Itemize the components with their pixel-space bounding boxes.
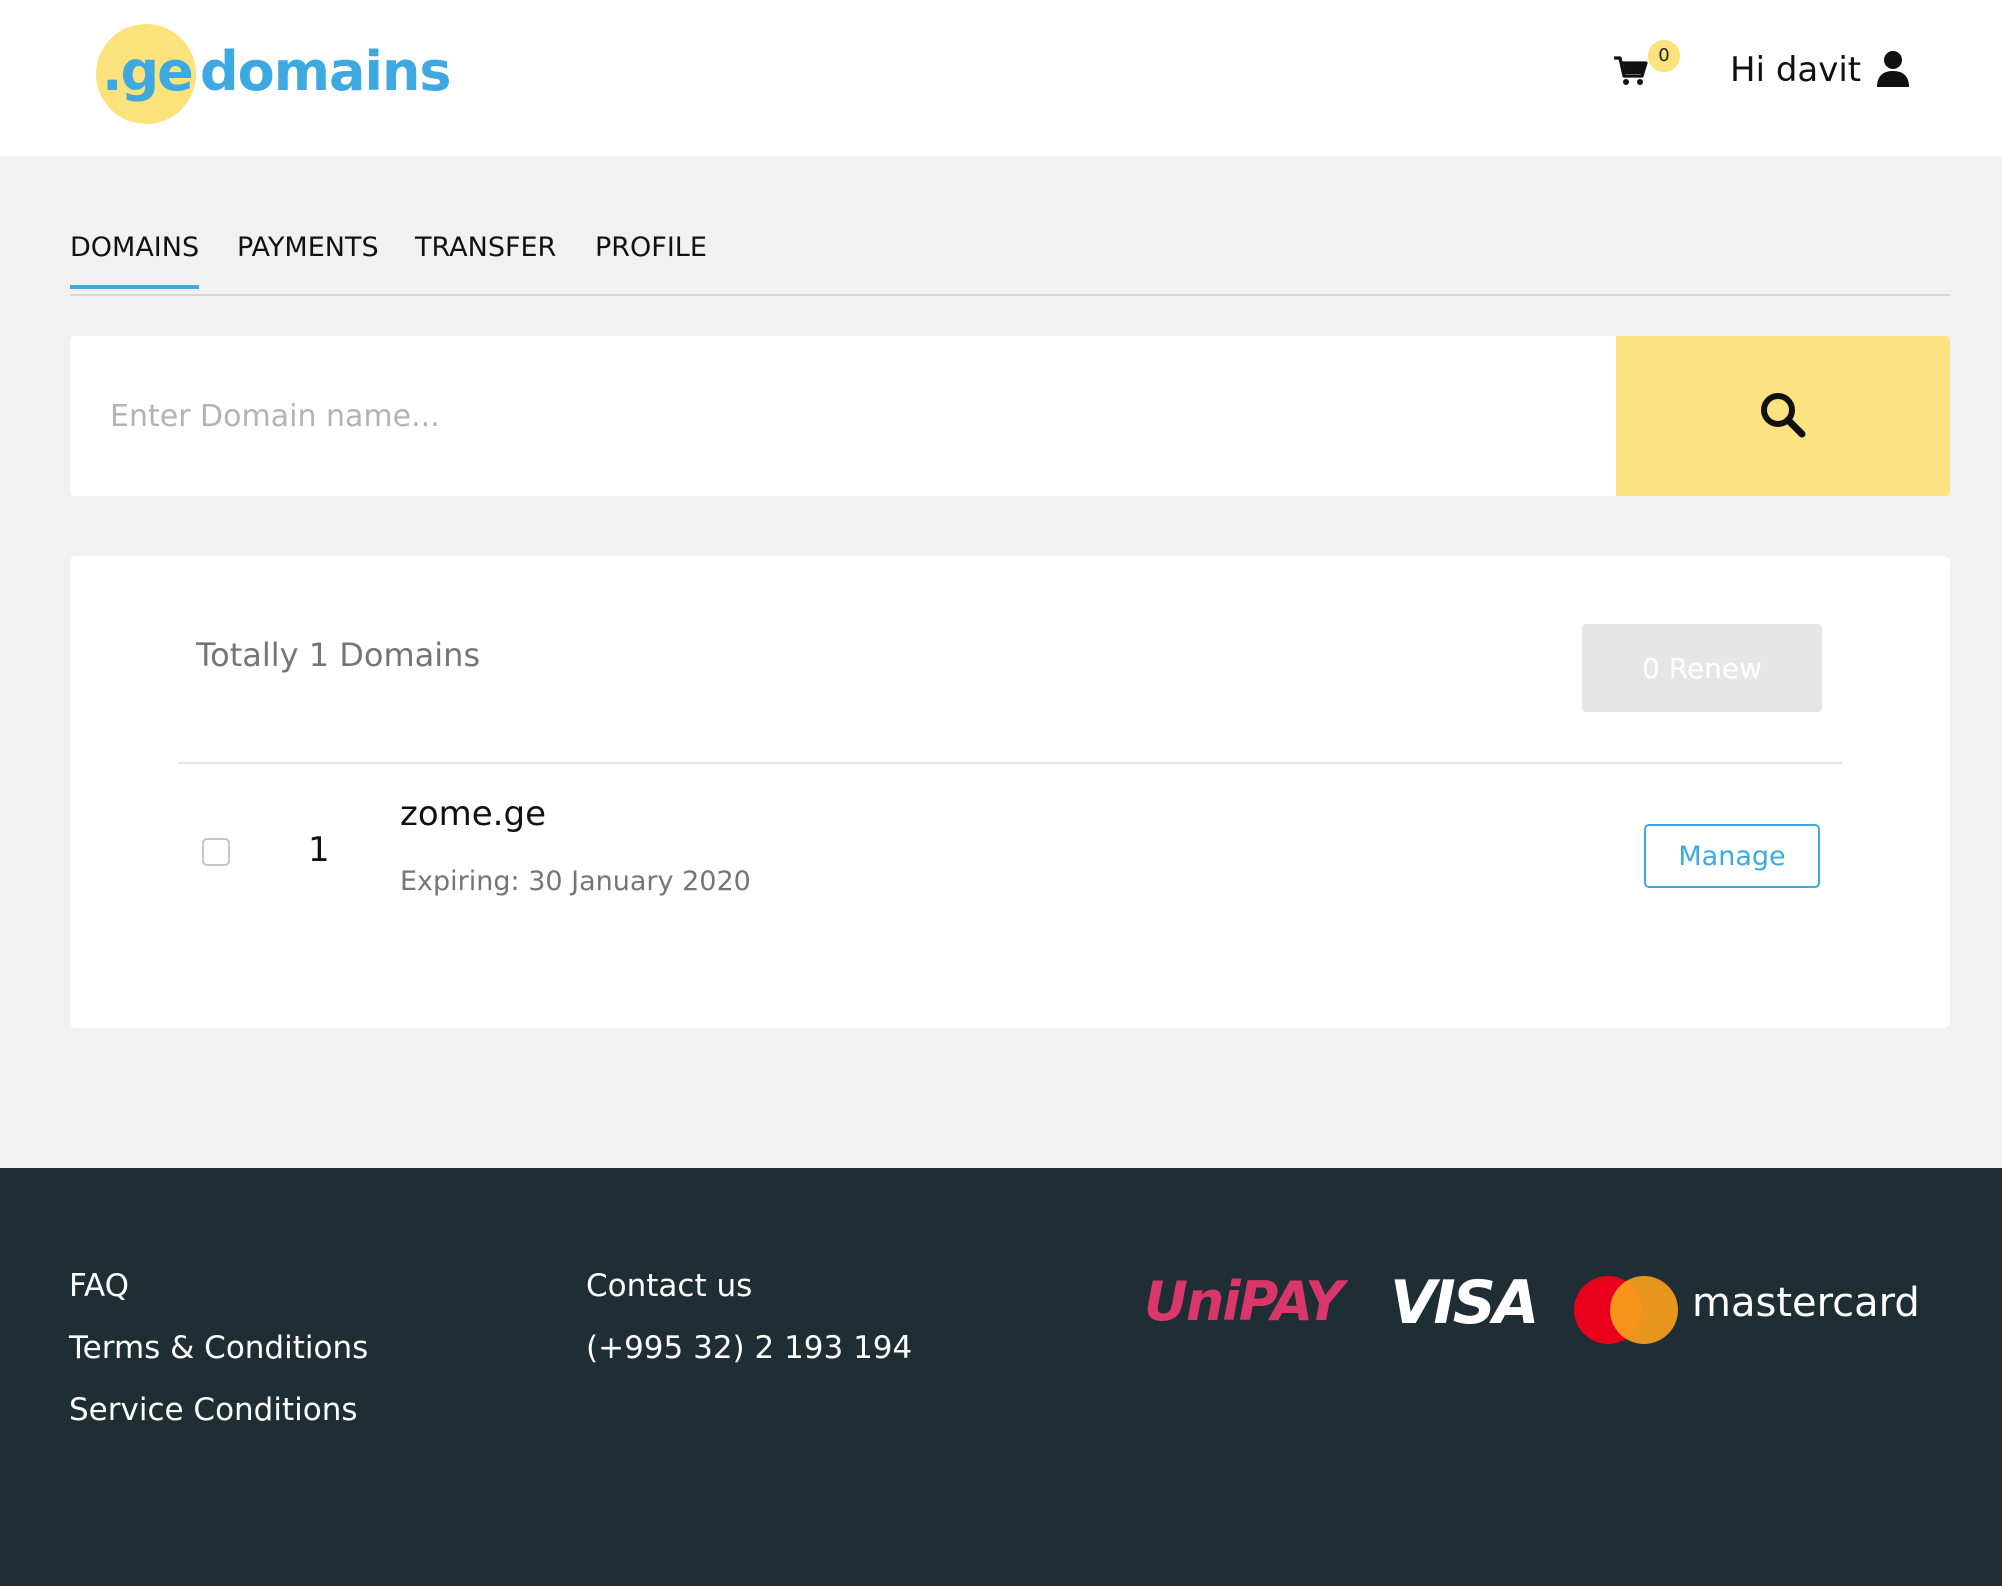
manage-button[interactable]: Manage [1644, 824, 1820, 888]
domain-row-index: 1 [308, 830, 330, 870]
site-footer: FAQ Terms & Conditions Service Condition… [0, 1168, 2002, 1586]
search-icon [1761, 393, 1806, 438]
logo-prefix: .ge [102, 40, 194, 103]
cart-button[interactable]: 0 [1612, 38, 1680, 98]
domain-search-input[interactable] [70, 336, 1616, 496]
tab-profile[interactable]: PROFILE [595, 232, 707, 287]
search-button[interactable] [1616, 336, 1950, 496]
footer-link-contact[interactable]: Contact us [586, 1268, 752, 1304]
cart-icon [1614, 56, 1648, 85]
domain-search-bar [70, 336, 1950, 496]
user-icon [1877, 51, 1909, 87]
unipay-logo: UniPAY [1144, 1270, 1344, 1333]
footer-link-terms[interactable]: Terms & Conditions [69, 1330, 368, 1366]
logo-name: domains [200, 40, 452, 103]
user-greeting: Hi davit [1730, 50, 1862, 90]
site-header: .ge domains 0 Hi davit [0, 0, 2002, 156]
renew-button[interactable]: 0 Renew [1582, 624, 1822, 712]
mastercard-orange-circle [1610, 1276, 1678, 1344]
footer-link-faq[interactable]: FAQ [69, 1268, 129, 1304]
mastercard-logo-icon [1574, 1276, 1678, 1344]
visa-logo: VISA [1390, 1268, 1539, 1338]
mastercard-logo-text: mastercard [1692, 1280, 1920, 1326]
divider [178, 762, 1842, 764]
domains-card: Totally 1 Domains 0 Renew 1 zome.ge Expi… [70, 556, 1950, 1028]
tab-transfer[interactable]: TRANSFER [415, 232, 556, 287]
domain-name: zome.ge [400, 794, 546, 834]
domains-total: Totally 1 Domains [196, 636, 481, 674]
footer-link-service-conditions[interactable]: Service Conditions [69, 1392, 358, 1428]
tab-payments[interactable]: PAYMENTS [237, 232, 379, 287]
domain-row-checkbox[interactable] [202, 838, 230, 866]
site-logo[interactable]: .ge domains [96, 24, 496, 128]
tab-domains[interactable]: DOMAINS [70, 232, 200, 289]
domain-expiry: Expiring: 30 January 2020 [400, 866, 751, 897]
footer-phone: (+995 32) 2 193 194 [586, 1330, 913, 1366]
cart-count-badge: 0 [1648, 40, 1680, 72]
account-tabs: DOMAINS PAYMENTS TRANSFER PROFILE [70, 216, 1950, 296]
